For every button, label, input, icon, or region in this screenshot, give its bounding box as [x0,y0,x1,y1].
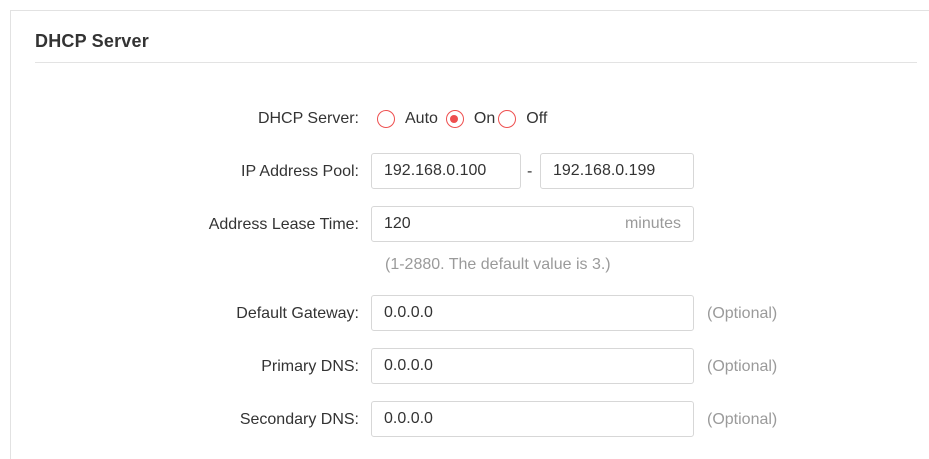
primary-dns-optional-note: (Optional) [707,358,778,375]
lease-time-input[interactable]: 120 minutes [371,206,694,242]
dhcp-server-radio-group: Auto On Off [377,100,547,138]
title-divider [35,62,917,63]
radio-on-circle[interactable] [445,110,464,128]
primary-dns-label: Primary DNS: [261,358,359,375]
default-gateway-optional-note: (Optional) [707,305,778,322]
radio-off[interactable]: Off [498,110,547,128]
default-gateway-label: Default Gateway: [236,305,359,322]
dhcp-server-label: DHCP Server: [257,110,359,127]
radio-auto-circle[interactable] [377,110,395,128]
radio-off-label[interactable]: Off [526,110,547,128]
radio-auto-label[interactable]: Auto [405,110,438,128]
radio-on[interactable]: On [445,110,498,128]
secondary-dns-row: Secondary DNS: 0.0.0.0 (Optional) [11,401,929,439]
radio-off-circle[interactable] [498,110,517,128]
section-title: DHCP Server [35,31,149,51]
ip-pool-row: IP Address Pool: 192.168.0.100 - 192.168… [11,153,929,191]
default-gateway-input[interactable]: 0.0.0.0 [371,295,694,331]
lease-time-row: Address Lease Time: 120 minutes [11,206,929,244]
ip-pool-start-input[interactable]: 192.168.0.100 [371,153,521,189]
ip-pool-separator: - [527,163,533,180]
ip-pool-end-input[interactable]: 192.168.0.199 [540,153,694,189]
lease-time-hint: (1-2880. The default value is 3.) [385,256,611,273]
primary-dns-input[interactable]: 0.0.0.0 [371,348,694,384]
radio-on-label[interactable]: On [474,110,495,128]
dhcp-server-panel: DHCP Server DHCP Server: Auto On Off IP … [10,10,929,459]
secondary-dns-optional-note: (Optional) [707,411,778,428]
lease-time-unit: minutes [624,215,681,232]
lease-time-label: Address Lease Time: [208,216,359,233]
ip-pool-label: IP Address Pool: [241,163,359,180]
primary-dns-row: Primary DNS: 0.0.0.0 (Optional) [11,348,929,386]
dhcp-server-row: DHCP Server: Auto On Off [11,100,929,138]
lease-time-value[interactable]: 120 [384,215,411,232]
secondary-dns-label: Secondary DNS: [239,411,359,428]
default-gateway-row: Default Gateway: 0.0.0.0 (Optional) [11,295,929,333]
secondary-dns-input[interactable]: 0.0.0.0 [371,401,694,437]
radio-auto[interactable]: Auto [377,110,446,128]
